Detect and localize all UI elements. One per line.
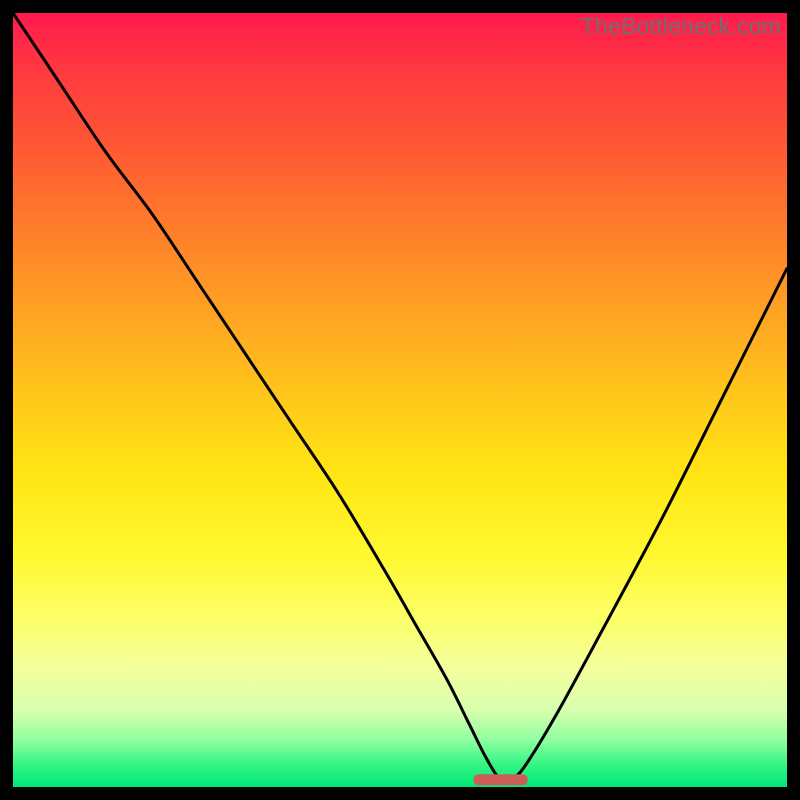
chart-frame: TheBottleneck.com (0, 0, 800, 800)
curve-svg (13, 13, 787, 787)
plot-area: TheBottleneck.com (13, 13, 787, 787)
bottleneck-curve-path (13, 13, 787, 779)
optimal-region-marker (474, 774, 528, 785)
